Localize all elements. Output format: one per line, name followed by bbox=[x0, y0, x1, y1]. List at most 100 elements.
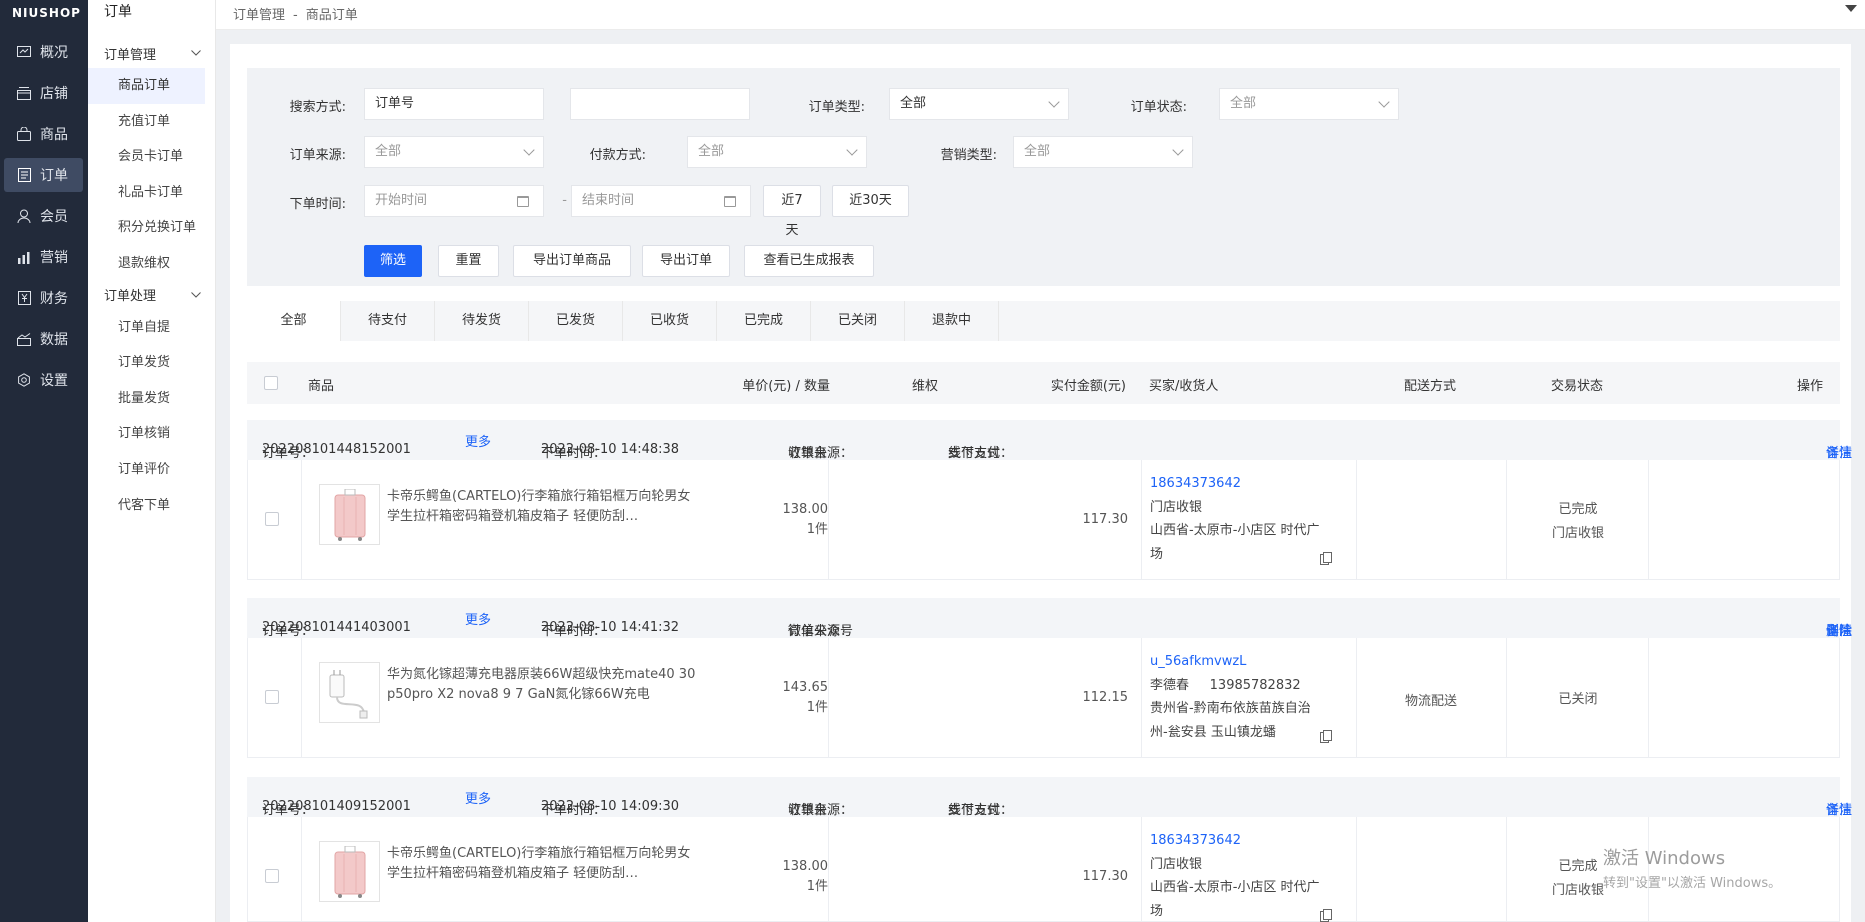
buyer-id[interactable]: 18634373642 bbox=[1150, 829, 1350, 853]
more-link[interactable]: 更多 bbox=[465, 609, 491, 628]
nav-item-label: 设置 bbox=[40, 373, 68, 389]
nav-item-settings[interactable]: 设置 bbox=[4, 363, 83, 397]
nav-item-overview[interactable]: 概况 bbox=[4, 35, 83, 69]
tab-unpaid[interactable]: 待支付 bbox=[341, 301, 435, 341]
submenu-item-ship-order[interactable]: 订单发货 bbox=[88, 345, 215, 381]
table-header: 商品 单价(元) / 数量 维权 实付金额(元) 买家/收货人 配送方式 交易状… bbox=[247, 362, 1840, 404]
nav-item-finance[interactable]: 财务 bbox=[4, 281, 83, 315]
view-report-button[interactable]: 查看已生成报表 bbox=[744, 245, 874, 277]
cell-divider bbox=[1648, 638, 1649, 757]
buyer-name: 门店收银 bbox=[1150, 856, 1203, 872]
nav-item-label: 概况 bbox=[40, 45, 68, 61]
charger-image bbox=[329, 669, 367, 718]
order-checkbox[interactable] bbox=[265, 869, 279, 883]
product-thumbnail[interactable] bbox=[319, 484, 380, 545]
caret-down-icon[interactable] bbox=[1845, 2, 1857, 16]
submenu-item-self-pickup[interactable]: 订单自提 bbox=[88, 310, 215, 346]
submenu-group-order-management[interactable]: 订单管理 bbox=[88, 40, 215, 66]
col-delivery: 配送方式 bbox=[1403, 379, 1456, 394]
pay-method-select[interactable]: 全部 bbox=[687, 136, 867, 168]
filter-button[interactable]: 筛选 bbox=[364, 245, 422, 277]
buyer-id[interactable]: 18634373642 bbox=[1150, 472, 1350, 496]
more-link[interactable]: 更多 bbox=[465, 788, 491, 807]
buyer-id[interactable]: u_56afkmvwzL bbox=[1150, 650, 1350, 674]
buyer-address: 山西省-太原市-小店区 时代广 bbox=[1150, 880, 1320, 895]
copy-icon[interactable] bbox=[1320, 909, 1332, 922]
order-time-value: 2022-08-10 14:48:38 bbox=[541, 442, 680, 457]
submenu-item-batch-ship[interactable]: 批量发货 bbox=[88, 381, 215, 417]
submenu-item-refund[interactable]: 退款维权 bbox=[88, 246, 215, 282]
last-7-days-button[interactable]: 近7天 bbox=[763, 185, 821, 238]
submenu-item-goods-order[interactable]: 商品订单 bbox=[88, 68, 205, 104]
suitcase-image bbox=[334, 488, 365, 541]
breadcrumb-parent[interactable]: 订单管理 bbox=[233, 8, 285, 23]
col-buyer: 买家/收货人 bbox=[1149, 379, 1219, 394]
submenu-item-verify-order[interactable]: 订单核销 bbox=[88, 416, 215, 452]
shop-icon bbox=[16, 85, 32, 101]
submenu-item-points-order[interactable]: 积分兑换订单 bbox=[88, 210, 215, 246]
search-keyword-input[interactable] bbox=[570, 88, 750, 120]
order-source-value: 收银台 bbox=[788, 446, 828, 461]
product-thumbnail[interactable] bbox=[319, 662, 380, 723]
order-no-value: 202208101448152001 bbox=[262, 442, 411, 457]
nav-item-goods[interactable]: 商品 bbox=[4, 117, 83, 151]
more-link[interactable]: 更多 bbox=[465, 431, 491, 450]
main-nav: NIUSHOP 概况 店铺 商品 订单 会员 营销 财务 数据 设置 bbox=[0, 0, 88, 922]
nav-item-data[interactable]: 数据 bbox=[4, 322, 83, 356]
tab-received[interactable]: 已收货 bbox=[623, 301, 717, 341]
select-all-checkbox[interactable] bbox=[264, 376, 278, 390]
tab-refunding[interactable]: 退款中 bbox=[905, 301, 999, 341]
nav-item-member[interactable]: 会员 bbox=[4, 199, 83, 233]
order-type-select[interactable]: 全部 bbox=[889, 88, 1069, 120]
submenu-item-order-review[interactable]: 订单评价 bbox=[88, 452, 215, 488]
nav-item-label: 店铺 bbox=[40, 86, 68, 102]
product-name[interactable]: 卡帝乐鳄鱼(CARTELO)行李箱旅行箱铝框万向轮男女学生拉杆箱密码箱登机箱皮箱… bbox=[387, 844, 697, 884]
remark-link[interactable]: 备注 bbox=[1826, 620, 1852, 639]
export-order-button[interactable]: 导出订单 bbox=[642, 245, 730, 277]
order-checkbox[interactable] bbox=[265, 512, 279, 526]
nav-item-order[interactable]: 订单 bbox=[4, 158, 83, 192]
copy-icon[interactable] bbox=[1320, 552, 1332, 565]
nav-item-marketing[interactable]: 营销 bbox=[4, 240, 83, 274]
remark-link[interactable]: 备注 bbox=[1826, 799, 1852, 818]
remark-link[interactable]: 备注 bbox=[1826, 442, 1852, 461]
product-name[interactable]: 卡帝乐鳄鱼(CARTELO)行李箱旅行箱铝框万向轮男女学生拉杆箱密码箱登机箱皮箱… bbox=[387, 487, 697, 527]
export-order-goods-button[interactable]: 导出订单商品 bbox=[513, 245, 631, 277]
pay-method-value: 线下支付 bbox=[948, 446, 1001, 461]
col-trade-status: 交易状态 bbox=[1550, 379, 1603, 394]
search-type-select[interactable]: 订单号 bbox=[364, 88, 544, 120]
cell-divider bbox=[1648, 460, 1649, 579]
search-type-value: 订单号 bbox=[375, 96, 415, 111]
submenu-item-recharge-order[interactable]: 充值订单 bbox=[88, 104, 215, 140]
tab-to-ship[interactable]: 待发货 bbox=[435, 301, 529, 341]
order-status-select[interactable]: 全部 bbox=[1219, 88, 1399, 120]
date-range-dash: - bbox=[562, 193, 567, 208]
copy-icon[interactable] bbox=[1320, 730, 1332, 743]
cell-divider bbox=[1506, 817, 1507, 921]
buyer-address: 山西省-太原市-小店区 时代广 bbox=[1150, 523, 1320, 538]
tab-shipped[interactable]: 已发货 bbox=[529, 301, 623, 341]
unit-price: 138.00 bbox=[782, 502, 829, 517]
search-label: 搜索方式: bbox=[289, 100, 346, 115]
submenu-item-gift-card-order[interactable]: 礼品卡订单 bbox=[88, 175, 215, 211]
submenu-item-member-card-order[interactable]: 会员卡订单 bbox=[88, 139, 215, 175]
tab-closed[interactable]: 已关闭 bbox=[811, 301, 905, 341]
cell-divider bbox=[1141, 460, 1142, 579]
unit-price-qty: 138.00 1件 bbox=[758, 500, 829, 540]
end-time-input[interactable]: 结束时间 bbox=[571, 185, 751, 217]
start-time-input[interactable]: 开始时间 bbox=[364, 185, 544, 217]
nav-item-shop[interactable]: 店铺 bbox=[4, 76, 83, 110]
submenu-item-proxy-order[interactable]: 代客下单 bbox=[88, 488, 215, 524]
tab-completed[interactable]: 已完成 bbox=[717, 301, 811, 341]
tab-all[interactable]: 全部 bbox=[247, 301, 341, 341]
last-30-days-button[interactable]: 近30天 bbox=[832, 185, 909, 217]
order-checkbox[interactable] bbox=[265, 690, 279, 704]
group-label: 订单管理 bbox=[104, 47, 157, 63]
marketing-type-select[interactable]: 全部 bbox=[1013, 136, 1193, 168]
order-source-select[interactable]: 全部 bbox=[364, 136, 544, 168]
order-status-tabs: 全部 待支付 待发货 已发货 已收货 已完成 已关闭 退款中 bbox=[247, 301, 1840, 341]
product-name[interactable]: 华为氮化镓超薄充电器原装66W超级快充mate40 30 p50pro X2 n… bbox=[387, 665, 697, 705]
submenu-group-order-processing[interactable]: 订单处理 bbox=[88, 282, 215, 308]
product-thumbnail[interactable] bbox=[319, 841, 380, 902]
reset-button[interactable]: 重置 bbox=[438, 245, 499, 277]
